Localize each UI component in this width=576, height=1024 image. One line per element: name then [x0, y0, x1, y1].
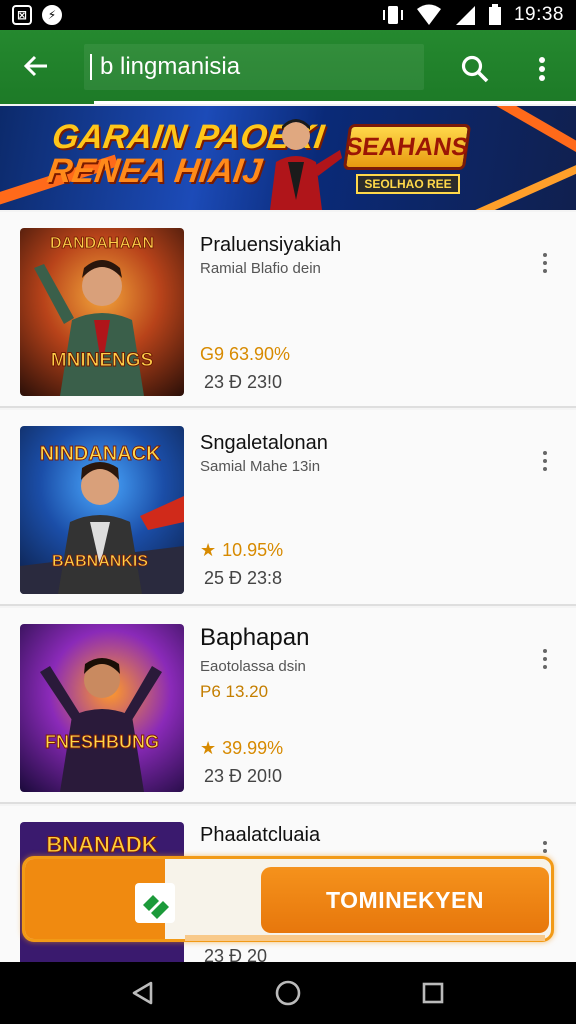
search-input[interactable]: b lingmanisia [84, 44, 424, 90]
nav-recents-button[interactable] [416, 976, 450, 1010]
app-price: P6 13.20 [200, 682, 269, 701]
install-cta-bar: TOMINEKYEN [22, 856, 554, 942]
app-meta: 23 Ð 20!0 [204, 766, 283, 786]
notification-circle-icon: ⚡ [42, 5, 62, 25]
thumbnail-art: FNESHBUNG [40, 658, 162, 792]
nav-home-button[interactable] [271, 976, 305, 1010]
more-vert-icon [539, 57, 545, 81]
rating-value: G9 63.90% [200, 344, 291, 364]
nav-back-icon [132, 981, 153, 1005]
system-nav-bar [0, 962, 576, 1024]
back-arrow-icon [23, 55, 47, 77]
nav-home-icon [275, 980, 301, 1006]
game-thumbnail: FNESHBUNG [20, 624, 184, 792]
app-bar: b lingmanisia [0, 30, 576, 104]
thumbnail-title-text: NINDANACK [39, 443, 161, 465]
search-query: b lingmanisia [100, 53, 241, 80]
brand-logo-icon [143, 895, 169, 919]
thumbnail-footer-text: BABNANKIS [52, 553, 148, 570]
banner-ray [473, 161, 576, 210]
app-subtitle: Ramial Blafio dein [200, 260, 321, 277]
search-icon [461, 55, 489, 83]
nav-back-button[interactable] [126, 976, 160, 1010]
search-underline [0, 101, 576, 104]
more-options-button[interactable] [524, 48, 560, 90]
install-button[interactable]: TOMINEKYEN [261, 867, 549, 933]
app-rating: G9 63.90% [200, 344, 290, 365]
thumbnail-footer-text: MNINENGS [51, 350, 153, 371]
nav-recents-icon [422, 982, 444, 1004]
rating-value: 39.99% [222, 738, 284, 758]
text-cursor [90, 54, 92, 80]
thumbnail-footer-text: FNESHBUNG [45, 732, 159, 752]
badge-title: SEAHANS [342, 124, 472, 170]
app-rating: ★ 10.95% [200, 540, 283, 561]
app-title: Phaalatcluaia [200, 824, 321, 846]
thumbnail-title-text: DANDAHAAN [50, 235, 154, 252]
rating-value: 10.95% [222, 540, 284, 560]
item-menu-button[interactable] [532, 446, 558, 476]
item-menu-button[interactable] [532, 644, 558, 674]
app-title: Praluensiyakiah [200, 234, 342, 256]
app-meta: 25 Ð 23:8 [204, 568, 283, 588]
clock: 19:38 [513, 4, 564, 25]
notification-box-icon: ⊠ [12, 5, 32, 25]
thumbnail-art: NINDANACK BABNANKIS [20, 443, 184, 594]
status-right-icons: 19:38 [382, 4, 564, 26]
app-title: Baphapan [200, 624, 310, 651]
signal-icon [455, 6, 475, 25]
star-icon: ★ [200, 738, 217, 758]
wifi-icon [416, 4, 441, 25]
thumbnail-art: DANDAHAAN MNINENGS [34, 235, 154, 396]
cta-shadow [185, 935, 545, 941]
app-rating: ★ 39.99% [200, 738, 283, 759]
list-item[interactable]: DANDAHAAN MNINENGS Praluensiyakiah Ramia… [0, 212, 576, 408]
list-item[interactable]: NINDANACK BABNANKIS Sngaletalonan Samial… [0, 410, 576, 606]
back-button[interactable] [18, 48, 54, 84]
list-item[interactable]: FNESHBUNG Baphapan Eaotolassa dsin P6 13… [0, 608, 576, 804]
promo-banner[interactable]: GARAIN PAOEKI RENEA HIAIJ SEAHANS SEOLHA… [0, 106, 576, 210]
game-thumbnail: DANDAHAAN MNINENGS [20, 228, 184, 396]
app-logo [135, 883, 175, 923]
status-left-icons: ⊠ ⚡ [12, 5, 62, 25]
app-subtitle: Samial Mahe 13in [200, 458, 321, 475]
app-meta: 23 Ð 23!0 [204, 372, 283, 392]
vibrate-icon [382, 6, 403, 24]
star-icon: ★ [200, 540, 217, 560]
app-title: Sngaletalonan [200, 432, 328, 454]
battery-icon [488, 4, 501, 25]
hero-figure-image [270, 119, 342, 210]
badge-subtitle: SEOLHAO REE [356, 174, 460, 194]
search-button[interactable] [454, 48, 496, 90]
status-bar: ⊠ ⚡ 19:38 [0, 0, 576, 30]
item-menu-button[interactable] [532, 248, 558, 278]
game-thumbnail: NINDANACK BABNANKIS [20, 426, 184, 594]
thumbnail-title-text: BNANADK [46, 832, 157, 857]
banner-badge: SEAHANS SEOLHAO REE [342, 120, 472, 198]
app-subtitle: Eaotolassa dsin [200, 658, 306, 675]
